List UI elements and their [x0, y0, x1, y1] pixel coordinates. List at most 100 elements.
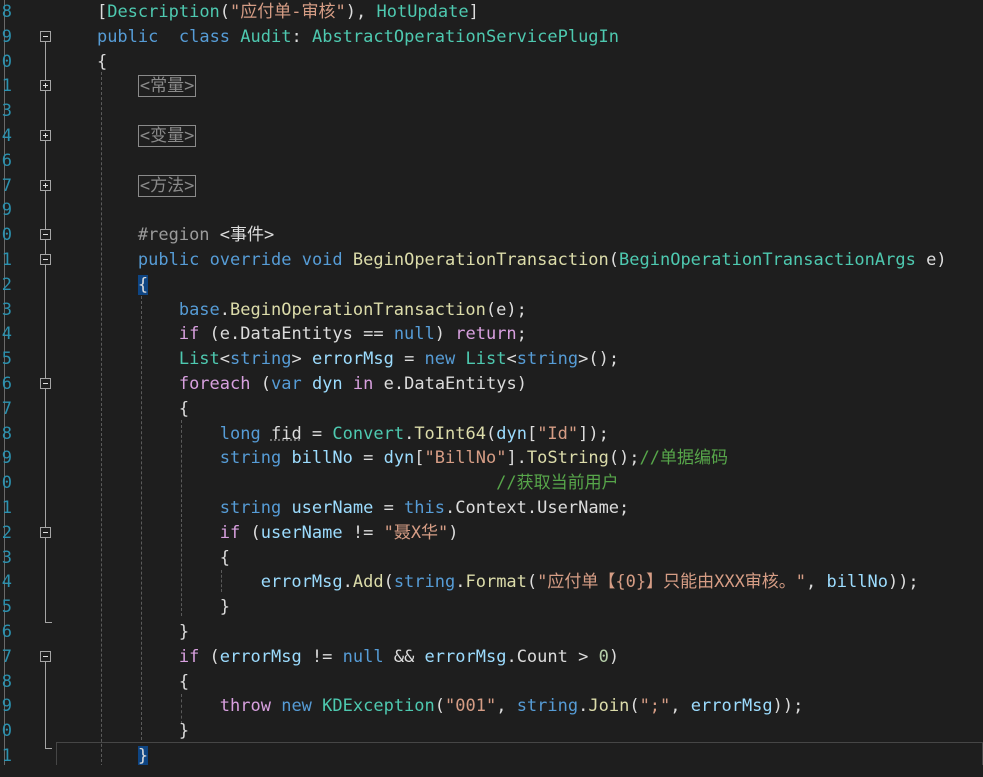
code-line[interactable]: 1 public override void BeginOperationTra… — [0, 248, 983, 273]
code-token: string — [230, 349, 292, 370]
code-token: ( — [250, 374, 271, 394]
code-token: null — [393, 324, 435, 345]
code-line[interactable]: 5 } — [0, 595, 983, 620]
code-token: return — [455, 324, 517, 345]
code-line[interactable]: 9 public class Audit: AbstractOperationS… — [0, 25, 983, 50]
code-line[interactable]: 5 List<string> errorMsg = new List<strin… — [0, 347, 983, 372]
collapse-icon[interactable] — [40, 650, 51, 662]
code-text: { — [56, 273, 149, 298]
line-number: 9 — [1, 448, 12, 469]
code-token: "001" — [445, 696, 497, 717]
collapse-icon[interactable] — [40, 526, 51, 538]
code-line[interactable]: 4 errorMsg.Add(string.Format("应付单【{0}】只能… — [0, 570, 983, 595]
code-line[interactable]: 0 { — [0, 50, 983, 75]
code-token: )); — [772, 696, 804, 717]
code-token: this — [404, 498, 445, 518]
code-line[interactable]: 2 if (userName != "聂X华") — [0, 521, 983, 546]
code-line[interactable]: 3 base.BeginOperationTransaction(e); — [0, 298, 983, 323]
code-token: ( — [485, 423, 497, 444]
code-line[interactable]: 9 string billNo = dyn["BillNo"].ToString… — [0, 446, 983, 471]
code-line[interactable]: 8 [Description("应付单-审核"), HotUpdate] — [0, 0, 983, 25]
code-token: <事件> — [219, 225, 275, 246]
code-token: = — [393, 349, 425, 370]
code-token: [ — [96, 2, 108, 22]
code-token: billNo — [291, 448, 353, 469]
code-token: } — [219, 597, 231, 618]
line-number: 9 — [1, 200, 12, 221]
code-token: foreach — [178, 374, 251, 394]
collapse-icon[interactable] — [40, 30, 51, 42]
code-token: UserName — [537, 498, 620, 518]
code-token: . — [445, 498, 456, 518]
code-token: new — [281, 696, 312, 717]
collapsed-region[interactable]: <方法> — [137, 174, 197, 197]
collapse-icon[interactable] — [40, 254, 51, 265]
line-number: 0 — [1, 225, 12, 246]
code-line[interactable]: 9 — [0, 198, 983, 223]
code-line[interactable]: 6 } — [0, 620, 983, 645]
code-text: { — [56, 546, 230, 571]
code-line[interactable]: 6 — [0, 149, 983, 174]
code-line[interactable]: 3 — [0, 99, 983, 124]
code-editor[interactable]: 8 [Description("应付单-审核"), HotUpdate] 9 pu… — [0, 0, 983, 777]
code-line[interactable]: 9 throw new KDException("001", string.Jo… — [0, 694, 983, 719]
code-token: Join — [588, 696, 630, 717]
code-line[interactable]: 1 <常量> — [0, 74, 983, 99]
code-line[interactable]: 4 if (e.DataEntitys == null) return; — [0, 322, 983, 347]
code-text: string userName = this.Context.UserName; — [56, 496, 630, 521]
code-token: = — [352, 448, 384, 469]
code-line[interactable]: 6 foreach (var dyn in e.DataEntitys) — [0, 372, 983, 397]
code-token: ( — [240, 522, 261, 543]
line-number: 8 — [1, 2, 12, 22]
line-number: 2 — [1, 274, 12, 295]
code-token: [ — [526, 423, 538, 444]
line-number: 0 — [1, 473, 12, 494]
code-line[interactable]: 8 { — [0, 670, 983, 695]
collapsed-region[interactable]: <变量> — [137, 125, 197, 147]
code-token: 0 — [598, 646, 609, 667]
collapse-icon[interactable] — [40, 229, 51, 241]
code-line[interactable]: 7 { — [0, 397, 983, 422]
code-token: BeginOperationTransaction — [352, 250, 609, 270]
code-token: if — [178, 646, 200, 667]
code-line[interactable]: 7 <方法> — [0, 174, 983, 199]
line-number: 1 — [1, 76, 12, 97]
code-token: new — [424, 349, 456, 370]
expand-icon[interactable] — [40, 130, 51, 141]
code-line[interactable]: 0 #region <事件> — [0, 223, 983, 248]
code-line[interactable]: 0 //获取当前用户 — [0, 471, 983, 496]
code-line[interactable]: 2 { — [0, 273, 983, 298]
code-token: e. — [373, 374, 405, 394]
code-line[interactable]: 4 <变量> — [0, 124, 983, 149]
code-token: : — [291, 26, 312, 47]
code-text: List<string> errorMsg = new List<string>… — [56, 347, 619, 372]
code-line[interactable]: 3 { — [0, 546, 983, 571]
code-text: long fid = Convert.ToInt64(dyn["Id"]); — [56, 422, 609, 447]
collapse-icon[interactable] — [40, 378, 51, 389]
code-token: Count — [516, 646, 568, 667]
code-token: { — [178, 671, 190, 692]
code-text: [Description("应付单-审核"), HotUpdate] — [56, 0, 479, 25]
expand-icon[interactable] — [40, 179, 51, 191]
code-line[interactable]: 1 string userName = this.Context.UserNam… — [0, 496, 983, 521]
code-line[interactable]: 0 } — [0, 719, 983, 744]
code-token: < — [506, 349, 517, 370]
line-number: 9 — [1, 26, 12, 47]
code-token: "BillNo" — [424, 448, 507, 469]
code-line[interactable]: 8 long fid = Convert.ToInt64(dyn["Id"]); — [0, 422, 983, 447]
expand-icon[interactable] — [40, 80, 51, 92]
line-number: 0 — [1, 721, 12, 742]
collapsed-region[interactable]: <常量> — [137, 75, 197, 98]
code-text: } — [56, 620, 189, 645]
code-token: Description — [107, 2, 220, 22]
code-line[interactable]: 7 if (errorMsg != null && errorMsg.Count… — [0, 645, 983, 670]
